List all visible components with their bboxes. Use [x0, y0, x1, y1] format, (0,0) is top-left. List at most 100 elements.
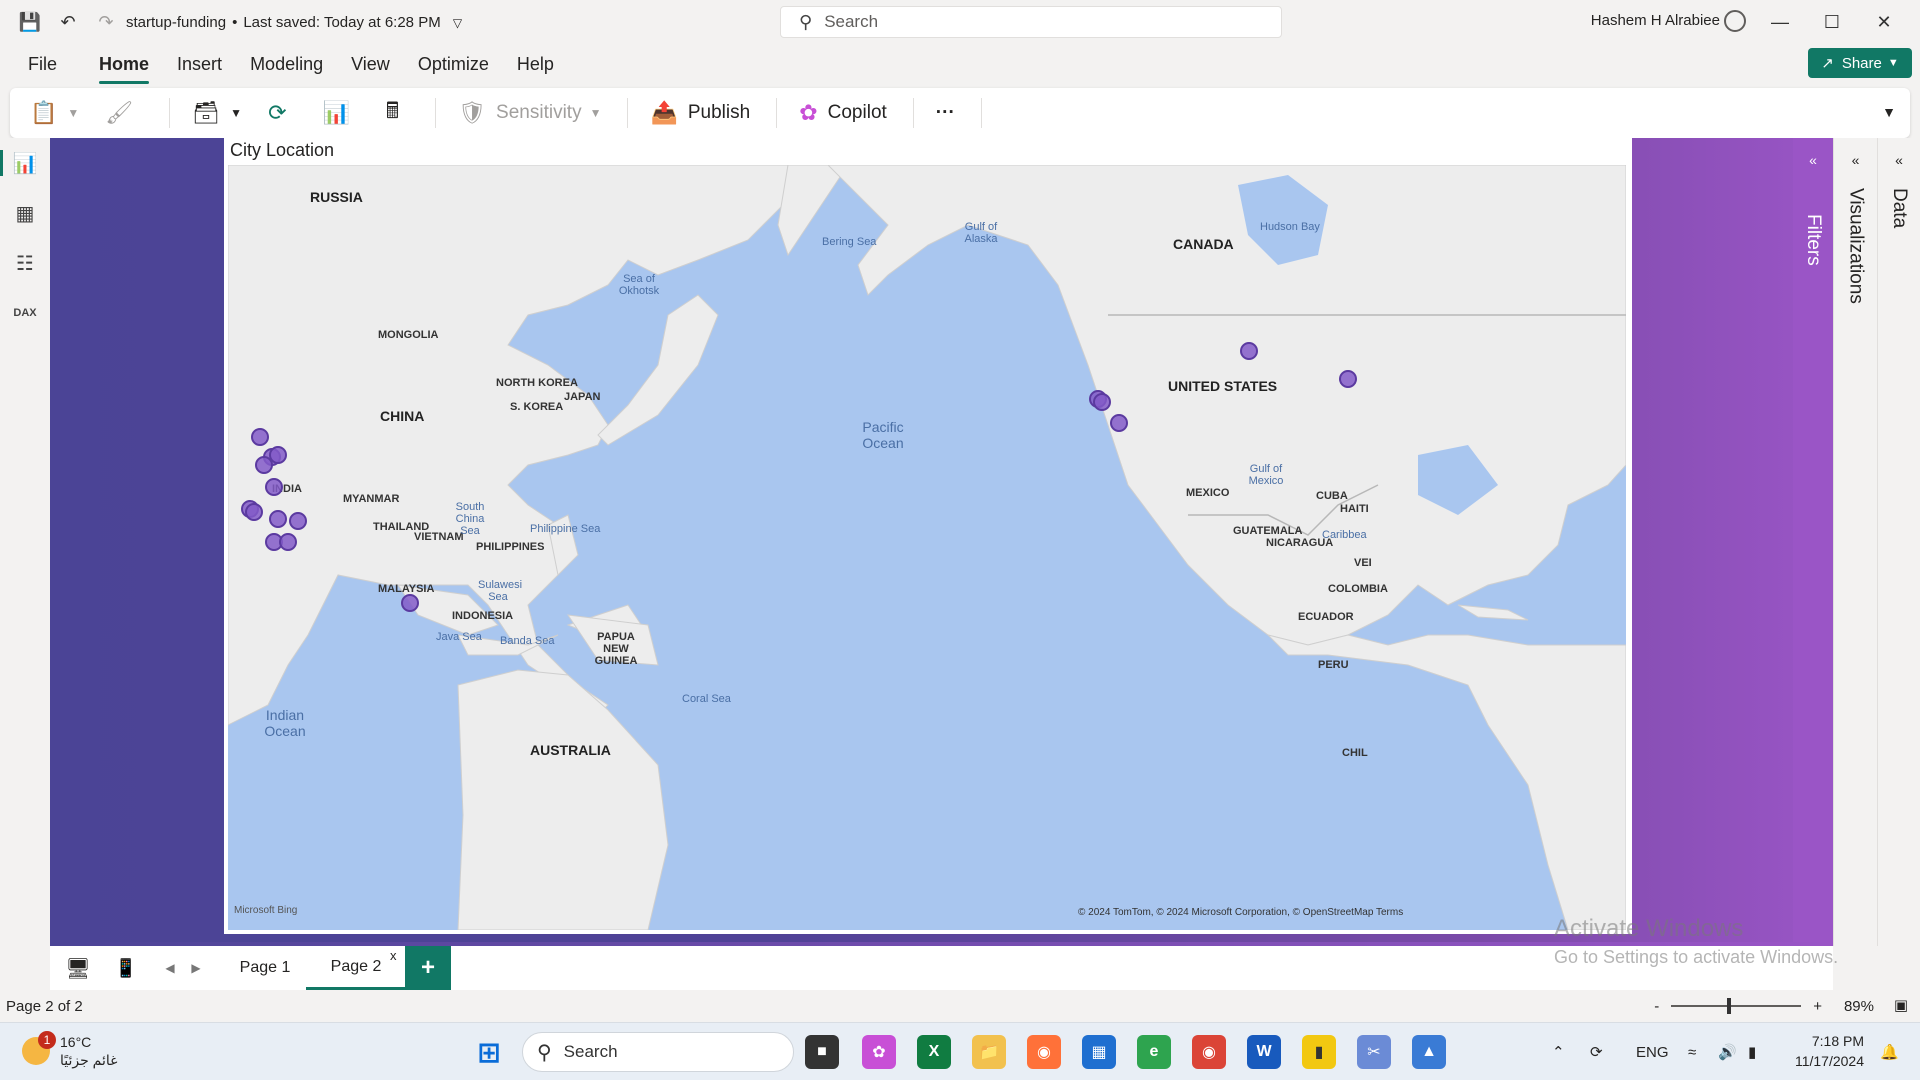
document-title[interactable]: startup-funding • Last saved: Today at 6:2…	[126, 14, 462, 31]
add-page-button[interactable]: +	[405, 946, 451, 990]
report-view-icon[interactable]: 📊	[0, 138, 50, 188]
close-icon[interactable]: ✕	[1858, 6, 1910, 38]
zoom-slider[interactable]	[1671, 998, 1802, 1014]
store-icon[interactable]: ▦	[1082, 1035, 1116, 1069]
sensitivity-button[interactable]: 🛡 Sensitivity ▼	[458, 100, 601, 126]
chevron-down-icon[interactable]: ▽	[453, 16, 462, 30]
format-painter-icon: 🖌	[105, 100, 134, 125]
model-view-icon[interactable]: ☷	[0, 238, 50, 288]
map-visual[interactable]: City Location RUSSIA MONGOLIA CHINA NORT…	[224, 138, 1632, 934]
undo-icon[interactable]: ↶	[54, 8, 82, 36]
chevron-down-icon[interactable]: ▼	[1882, 104, 1896, 120]
tray-expand-icon[interactable]: ⌃	[1552, 1023, 1565, 1080]
city-bubble[interactable]	[245, 503, 263, 521]
taskbar-search[interactable]: ⚲ Search	[522, 1032, 794, 1072]
sensitivity-label: Sensitivity	[496, 102, 582, 123]
city-bubble[interactable]	[1240, 342, 1258, 360]
menu-help[interactable]: Help	[517, 48, 554, 81]
chevron-left-icon[interactable]: «	[1852, 152, 1860, 168]
map-label-caribbean: Caribbea	[1322, 529, 1367, 541]
city-bubble[interactable]	[265, 478, 283, 496]
refresh-icon: ⟳	[268, 100, 287, 125]
zoom-slider-thumb[interactable]	[1727, 998, 1732, 1014]
city-bubble[interactable]	[251, 428, 269, 446]
city-bubble[interactable]	[401, 594, 419, 612]
map-area[interactable]: RUSSIA MONGOLIA CHINA NORTH KOREA S. KOR…	[228, 165, 1626, 930]
taskbar: 1 16°C غائم جزئيًا ⊞ ⚲ Search ■ ✿ X 📁 ◉ …	[0, 1022, 1920, 1080]
city-bubble[interactable]	[269, 510, 287, 528]
zoom-out-button[interactable]: -	[1654, 998, 1659, 1015]
fit-page-icon[interactable]: ▣	[1894, 996, 1908, 1014]
copilot-button[interactable]: ✿ Copilot	[799, 100, 887, 126]
dax-query-icon[interactable]: DAX	[0, 288, 50, 338]
menu-file[interactable]: File	[28, 48, 57, 81]
redo-icon[interactable]: ↷	[92, 8, 120, 36]
visualizations-pane[interactable]: « Visualizations	[1833, 138, 1877, 946]
filters-pane[interactable]: « Filters	[1793, 138, 1833, 946]
save-icon[interactable]: 💾	[16, 8, 44, 36]
copilot-app-icon[interactable]: ✿	[862, 1035, 896, 1069]
sync-icon[interactable]: ⟳	[1590, 1023, 1603, 1080]
new-visual-button[interactable]: 📊	[323, 100, 360, 126]
notification-bell-icon[interactable]: 🔔	[1880, 1023, 1899, 1080]
document-name: startup-funding	[126, 13, 227, 31]
zoom-value[interactable]: 89%	[1844, 998, 1874, 1015]
map-attribution[interactable]: © 2024 TomTom, © 2024 Microsoft Corporat…	[1078, 907, 1403, 918]
snipping-tool-icon[interactable]: ✂	[1357, 1035, 1391, 1069]
city-bubble[interactable]	[255, 456, 273, 474]
city-bubble[interactable]	[1093, 393, 1111, 411]
windows-start-icon[interactable]: ⊞	[472, 1035, 506, 1069]
photos-icon[interactable]: ▲	[1412, 1035, 1446, 1069]
table-view-icon[interactable]: ▦	[0, 188, 50, 238]
prev-page-icon[interactable]: ◀	[160, 946, 180, 990]
map-label-cuba: CUBA	[1316, 490, 1348, 502]
minimize-icon[interactable]: —	[1754, 6, 1806, 38]
tab-page-1[interactable]: Page 1	[222, 946, 308, 990]
file-explorer-icon[interactable]: 📁	[972, 1035, 1006, 1069]
close-tab-icon[interactable]: x	[390, 948, 397, 963]
volume-icon[interactable]: 🔊	[1718, 1023, 1737, 1080]
word-icon[interactable]: W	[1247, 1035, 1281, 1069]
maximize-icon[interactable]: ☐	[1806, 6, 1858, 38]
city-bubble[interactable]	[289, 512, 307, 530]
wifi-icon[interactable]: ≈	[1688, 1023, 1696, 1080]
chrome-icon[interactable]: ◉	[1192, 1035, 1226, 1069]
search-input[interactable]: ⚲ Search	[780, 6, 1282, 38]
user-icon[interactable]	[1724, 10, 1746, 32]
map-label-mongolia: MONGOLIA	[378, 329, 439, 341]
chevron-left-icon[interactable]: «	[1809, 152, 1817, 168]
menu-optimize[interactable]: Optimize	[418, 48, 489, 81]
power-bi-icon[interactable]: ▮	[1302, 1035, 1336, 1069]
get-data-button[interactable]: 🗃 ▼	[192, 100, 242, 126]
weather-widget[interactable]: 1 16°C غائم جزئيًا	[22, 1031, 117, 1069]
paste-button[interactable]: 📋 ▼	[30, 100, 79, 126]
new-measure-button[interactable]: 🖩	[386, 94, 409, 132]
next-page-icon[interactable]: ▶	[186, 946, 206, 990]
publish-button[interactable]: 📤 Publish	[650, 100, 750, 126]
weather-temp: 16°C	[60, 1034, 92, 1050]
zoom-in-button[interactable]: +	[1813, 998, 1822, 1015]
task-view-icon[interactable]: ■	[805, 1035, 839, 1069]
excel-icon[interactable]: X	[917, 1035, 951, 1069]
menu-modeling[interactable]: Modeling	[250, 48, 323, 81]
desktop-layout-icon[interactable]: 🖥	[58, 946, 98, 990]
language-indicator[interactable]: ENG	[1636, 1023, 1669, 1080]
user-name[interactable]: Hashem H Alrabiee	[1591, 12, 1720, 29]
city-bubble[interactable]	[1110, 414, 1128, 432]
mobile-layout-icon[interactable]: 📱	[106, 946, 146, 990]
menu-view[interactable]: View	[351, 48, 390, 81]
format-painter-button[interactable]: 🖌	[105, 100, 143, 126]
share-button[interactable]: ↗ Share ▼	[1808, 48, 1912, 78]
edge-icon[interactable]: e	[1137, 1035, 1171, 1069]
data-pane[interactable]: « Data	[1877, 138, 1920, 946]
menu-insert[interactable]: Insert	[177, 48, 222, 81]
refresh-button[interactable]: ⟳	[268, 100, 296, 126]
city-bubble[interactable]	[279, 533, 297, 551]
more-options-button[interactable]: ···	[936, 102, 955, 124]
menu-home[interactable]: Home	[99, 48, 150, 84]
clock[interactable]: 7:18 PM 11/17/2024	[1795, 1031, 1864, 1071]
city-bubble[interactable]	[1339, 370, 1357, 388]
firefox-icon[interactable]: ◉	[1027, 1035, 1061, 1069]
chevron-left-icon[interactable]: «	[1895, 152, 1903, 168]
battery-icon[interactable]: ▮	[1748, 1023, 1756, 1080]
